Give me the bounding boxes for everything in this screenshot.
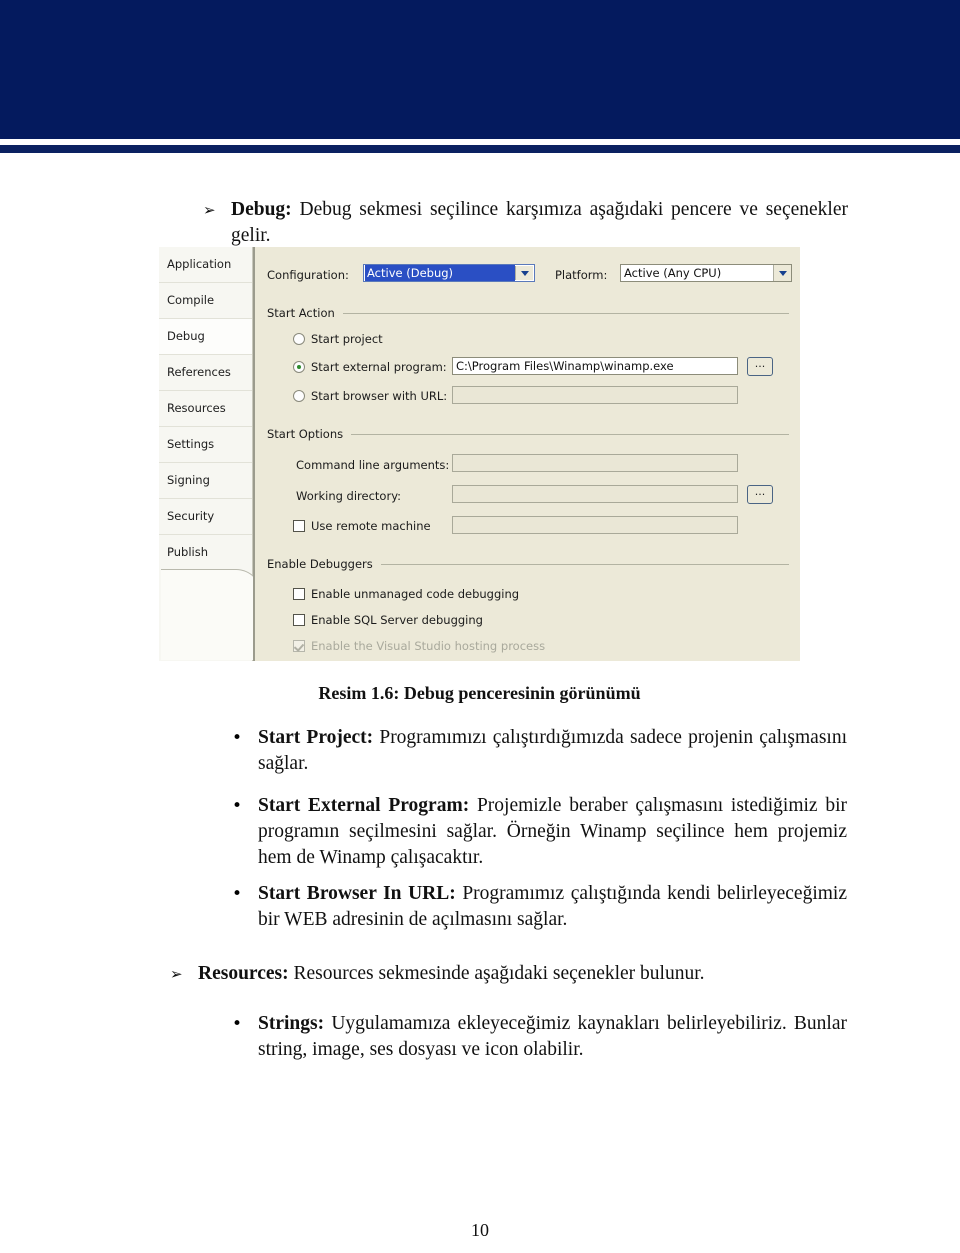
working-directory-label: Working directory: [296,489,402,503]
configuration-label: Configuration: [267,268,349,282]
group-divider [380,563,789,565]
list-item-body: Debug sekmesi seçilince karşımıza aşağıd… [231,199,848,246]
chevron-down-icon[interactable] [773,265,791,281]
figure-caption: Resim 1.6: Debug penceresinin görünümü [318,683,641,703]
tab-list-curve-icon [161,569,262,660]
radio-start-external-program-label: Start external program: [311,360,447,374]
browser-url-input[interactable] [452,386,738,404]
enable-sql-server-debugging-checkbox[interactable]: Enable SQL Server debugging [293,613,483,627]
checkbox-icon[interactable] [293,614,305,626]
list-item-lead: Resources: [198,963,289,984]
tab-list-tail-decoration [159,563,262,661]
list-item-start-browser-in-url: • Start Browser In URL: Programımız çalı… [232,881,847,933]
platform-value: Active (Any CPU) [624,266,722,280]
radio-start-browser-with-url[interactable]: Start browser with URL: [293,389,447,403]
platform-dropdown[interactable]: Active (Any CPU) [620,264,792,282]
platform-label: Platform: [555,268,608,282]
dot-bullet-icon: • [232,796,243,816]
command-line-arguments-label: Command line arguments: [296,458,450,472]
command-line-arguments-input[interactable] [452,454,738,472]
enable-unmanaged-code-debugging-checkbox[interactable]: Enable unmanaged code debugging [293,587,519,601]
list-item-start-external-program: • Start External Program: Projemizle ber… [232,793,847,871]
configuration-value: Active (Debug) [365,265,515,281]
dialog-tab-debug[interactable]: Debug [159,319,252,355]
dialog-tab-application[interactable]: Application [159,247,252,283]
enable-sql-server-debugging-label: Enable SQL Server debugging [311,613,483,627]
list-item-text: Debug: Debug sekmesi seçilince karşımıza… [231,197,848,249]
dot-bullet-icon: • [232,728,243,748]
list-item-body: Uygulamamıza ekleyeceğimiz kaynakları be… [258,1013,847,1060]
external-program-path-input[interactable]: C:\Program Files\Winamp\winamp.exe [452,357,738,375]
enable-vs-hosting-process-label: Enable the Visual Studio hosting process [311,639,546,653]
checkbox-icon[interactable] [293,588,305,600]
list-item-text: Start Browser In URL: Programımız çalışt… [258,881,847,933]
chevron-down-icon[interactable] [515,266,533,280]
enable-unmanaged-code-debugging-label: Enable unmanaged code debugging [311,587,520,601]
dialog-tab-resources[interactable]: Resources [159,391,252,427]
enable-vs-hosting-process-checkbox: Enable the Visual Studio hosting process [293,639,545,653]
configuration-dropdown[interactable]: Active (Debug) [363,264,535,282]
remote-machine-input[interactable] [452,516,738,534]
dialog-tab-settings[interactable]: Settings [159,427,252,463]
list-item-start-project: • Start Project: Programımızı çalıştırdı… [232,725,847,777]
page-number: 10 [471,1220,489,1240]
enable-debuggers-group-label: Enable Debuggers [267,557,373,571]
document-body: ➢ Debug: Debug sekmesi seçilince karşımı… [0,153,960,1253]
dialog-tab-compile[interactable]: Compile [159,283,252,319]
list-item-text: Strings: Uygulamamıza ekleyeceğimiz kayn… [258,1011,847,1063]
dialog-tab-security[interactable]: Security [159,499,252,535]
dialog-tab-signing[interactable]: Signing [159,463,252,499]
radio-start-external-program[interactable]: Start external program: [293,360,447,374]
checkbox-checked-disabled-icon [293,640,305,652]
list-item-lead: Debug: [231,199,292,220]
list-item-text: Start External Program: Projemizle berab… [258,793,847,871]
enable-debuggers-group-header: Enable Debuggers [267,557,789,571]
start-options-group-header: Start Options [267,427,789,441]
radio-start-browser-with-url-label: Start browser with URL: [311,389,448,403]
list-item-lead: Start External Program: [258,795,470,816]
working-directory-browse-button[interactable]: ... [747,485,773,504]
list-item-lead: Start Project: [258,727,374,748]
group-divider [342,312,789,314]
header-rule [0,145,960,153]
dot-bullet-icon: • [232,884,243,904]
page-header-banner [0,0,960,139]
use-remote-machine-checkbox[interactable]: Use remote machine [293,519,431,533]
list-item-text: Start Project: Programımızı çalıştırdığı… [258,725,847,777]
use-remote-machine-label: Use remote machine [311,519,431,533]
working-directory-input[interactable] [452,485,738,503]
list-item-debug: ➢ Debug: Debug sekmesi seçilince karşımı… [203,197,848,249]
dialog-tab-references[interactable]: References [159,355,252,391]
list-item-text: Resources: Resources sekmesinde aşağıdak… [198,961,848,987]
start-action-group-label: Start Action [267,306,335,320]
list-item-lead: Start Browser In URL: [258,883,456,904]
start-options-group-label: Start Options [267,427,344,441]
checkbox-icon[interactable] [293,520,305,532]
list-item-body: Resources sekmesinde aşağıdaki seçenekle… [288,963,705,984]
radio-start-project[interactable]: Start project [293,332,383,346]
radio-icon[interactable] [293,333,305,345]
dialog-tab-list: Application Compile Debug References Res… [159,247,262,661]
external-program-browse-button[interactable]: ... [747,357,773,376]
arrow-bullet-icon: ➢ [170,965,183,983]
radio-icon[interactable] [293,390,305,402]
list-item-lead: Strings: [258,1013,325,1034]
list-item-resources: ➢ Resources: Resources sekmesinde aşağıd… [170,961,850,987]
start-action-group-header: Start Action [267,306,789,320]
list-item-strings: • Strings: Uygulamamıza ekleyeceğimiz ka… [232,1011,847,1063]
dot-bullet-icon: • [232,1014,243,1034]
radio-start-project-label: Start project [311,332,383,346]
radio-selected-icon[interactable] [293,361,305,373]
group-divider [351,433,789,435]
dialog-content-panel: Configuration: Active (Debug) Platform: … [253,247,800,661]
visual-studio-debug-dialog-screenshot: Application Compile Debug References Res… [159,247,800,661]
arrow-bullet-icon: ➢ [203,201,216,219]
